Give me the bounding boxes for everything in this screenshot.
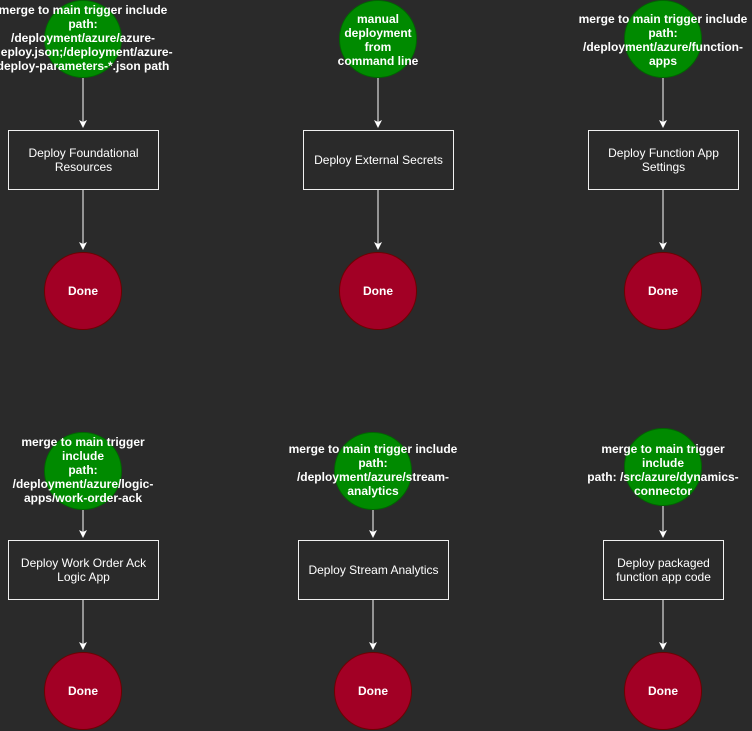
done-label-3: Done [648, 284, 678, 298]
trigger-label-2: manual deployment from command line [337, 12, 419, 68]
trigger-label-4: merge to main trigger include path: /dep… [12, 435, 154, 505]
done-label-2: Done [363, 284, 393, 298]
step-box-2[interactable]: Deploy External Secrets [303, 130, 454, 190]
done-label-1: Done [68, 284, 98, 298]
trigger-label-1: merge to main trigger include path: /dep… [0, 3, 173, 73]
step-box-3[interactable]: Deploy Function App Settings [588, 130, 739, 190]
edges-layer [79, 78, 667, 650]
flow-diagram: merge to main trigger include path: /dep… [0, 0, 752, 731]
step-box-4[interactable]: Deploy Work Order Ack Logic App [8, 540, 159, 600]
step-box-5[interactable]: Deploy Stream Analytics [298, 540, 449, 600]
trigger-label-5: merge to main trigger include path: /dep… [288, 442, 458, 498]
step-box-6[interactable]: Deploy packaged function app code [603, 540, 724, 600]
trigger-label-3: merge to main trigger include path: /dep… [578, 12, 748, 68]
done-label-6: Done [648, 684, 678, 698]
done-label-4: Done [68, 684, 98, 698]
done-label-5: Done [358, 684, 388, 698]
step-box-1[interactable]: Deploy Foundational Resources [8, 130, 159, 190]
trigger-label-6: merge to main trigger include path: /src… [587, 442, 739, 498]
